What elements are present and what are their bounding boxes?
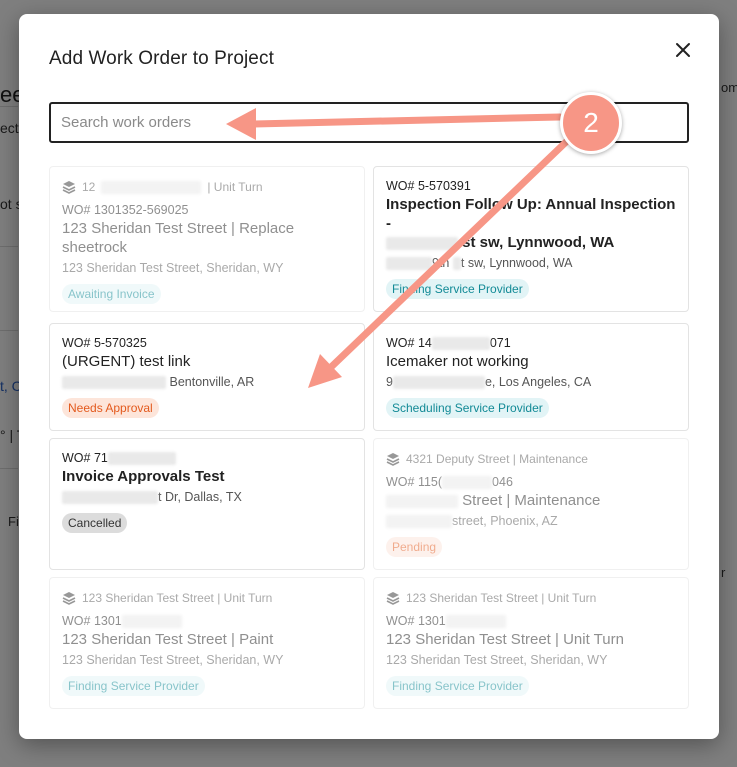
work-order-title: Invoice Approvals Test [62, 468, 225, 486]
work-order-title: 123 Sheridan Test Street | Replace sheet… [62, 220, 295, 256]
project-name: 123 Sheridan Test Street | Unit Turn [406, 591, 597, 605]
address-part: e, Los Angeles, CA [484, 375, 592, 390]
address-part: t Dr, Dallas, TX [158, 490, 242, 505]
wo-part: 046 [492, 475, 513, 489]
redacted-text [442, 476, 493, 490]
work-order-card[interactable]: 4321 Deputy Street | Maintenance WO# 115… [373, 438, 689, 570]
work-order-address: 9th t sw, Lynnwood, WA [386, 256, 676, 271]
work-order-card[interactable]: WO# 5-570391 Inspection Follow Up: Annua… [373, 166, 689, 312]
layers-icon [386, 592, 400, 605]
wo-part: WO# 115( [386, 475, 443, 489]
project-line: 12 | Unit Turn [62, 179, 352, 195]
redacted-text [386, 236, 458, 250]
step-callout: 2 [560, 92, 622, 154]
layers-icon [62, 592, 76, 605]
redacted-text [386, 257, 432, 271]
redacted-text [62, 491, 158, 505]
work-order-title: 123 Sheridan Test Street | Paint [62, 631, 274, 649]
work-order-number: WO# 1301 [386, 614, 676, 629]
close-button[interactable] [671, 38, 695, 62]
redacted-text [121, 615, 182, 629]
project-line: 123 Sheridan Test Street | Unit Turn [386, 590, 676, 606]
address-part: 9th [432, 256, 450, 270]
title-line: st sw, Lynnwood, WA [462, 234, 615, 251]
redacted-text [386, 494, 458, 508]
modal-title: Add Work Order to Project [49, 48, 274, 69]
work-order-card[interactable]: WO# 14 071 Icemaker not working 9 e, Los A… [373, 323, 689, 431]
work-order-card[interactable]: 12 | Unit Turn WO# 1301352-569025 123 Sh… [49, 166, 365, 312]
address-part: Bentonville, AR [169, 375, 255, 389]
work-order-title: Street | Maintenance [386, 491, 676, 510]
wo-part: WO# 71 [62, 451, 108, 465]
work-order-address: 123 Sheridan Test Street, Sheridan, WY [62, 261, 284, 275]
wo-part: 071 [489, 336, 511, 350]
work-order-title: Icemaker not working [386, 353, 529, 371]
redacted-text [445, 615, 506, 629]
work-order-card[interactable]: WO# 5-570325 (URGENT) test link Bentonvi… [49, 323, 365, 431]
work-order-address: 9 e, Los Angeles, CA [386, 375, 676, 390]
wo-part: WO# 14 [386, 336, 432, 350]
work-order-card[interactable]: WO# 71 Invoice Approvals Test t Dr, Dall… [49, 438, 365, 570]
redacted-text [386, 515, 452, 529]
status-badge: Finding Service Provider [386, 676, 529, 697]
status-badge: Needs Approval [62, 398, 159, 419]
work-order-number: WO# 14 071 [386, 336, 676, 351]
status-badge: Awaiting Invoice [62, 284, 161, 304]
project-name: 12 [82, 180, 96, 194]
work-order-number: WO# 115( 046 [386, 475, 676, 490]
address-part: 9 [386, 375, 393, 390]
layers-icon [62, 181, 76, 194]
status-badge: Cancelled [62, 513, 128, 534]
address-part: t sw, Lynnwood, WA [460, 256, 573, 270]
work-order-title: 123 Sheridan Test Street | Unit Turn [386, 631, 624, 649]
project-type: | Unit Turn [207, 180, 263, 194]
project-name: 123 Sheridan Test Street | Unit Turn [82, 591, 273, 605]
redacted-text [62, 376, 166, 390]
work-order-card[interactable]: 123 Sheridan Test Street | Unit Turn WO#… [373, 577, 689, 709]
address-part: street, Phoenix, AZ [452, 514, 558, 529]
redacted-text [101, 180, 202, 194]
work-order-number: WO# 1301 [62, 614, 352, 629]
layers-icon [386, 453, 400, 466]
title-line: Inspection Follow Up: Annual Inspection … [386, 196, 676, 232]
redacted-text [452, 257, 461, 271]
work-order-number: WO# 5-570391 [386, 179, 471, 193]
wo-part: WO# 1301 [62, 614, 122, 628]
work-order-address: t Dr, Dallas, TX [62, 490, 352, 505]
redacted-text [392, 376, 485, 390]
work-order-address: 123 Sheridan Test Street, Sheridan, WY [62, 653, 284, 668]
work-order-number: WO# 71 [62, 451, 352, 466]
redacted-text [431, 337, 490, 351]
status-badge: Pending [386, 537, 443, 558]
work-order-number: WO# 5-570325 [62, 336, 147, 350]
project-name: 4321 Deputy Street | Maintenance [406, 452, 588, 466]
title-part: Street | Maintenance [462, 492, 601, 510]
work-order-address: 123 Sheridan Test Street, Sheridan, WY [386, 653, 608, 668]
wo-part: WO# 1301 [386, 614, 446, 628]
work-order-title: (URGENT) test link [62, 353, 191, 370]
work-order-title: Inspection Follow Up: Annual Inspection … [386, 195, 676, 252]
status-badge: Finding Service Provider [62, 676, 205, 697]
redacted-text [107, 452, 176, 466]
close-icon [676, 43, 690, 57]
work-order-address: street, Phoenix, AZ [386, 514, 676, 529]
work-order-number: WO# 1301352-569025 [62, 203, 189, 217]
status-badge: Finding Service Provider [386, 279, 529, 300]
status-badge: Scheduling Service Provider [386, 398, 549, 419]
project-line: 4321 Deputy Street | Maintenance [386, 451, 676, 467]
project-line: 123 Sheridan Test Street | Unit Turn [62, 590, 352, 606]
work-order-address: Bentonville, AR [62, 375, 352, 390]
work-order-card[interactable]: 123 Sheridan Test Street | Unit Turn WO#… [49, 577, 365, 709]
